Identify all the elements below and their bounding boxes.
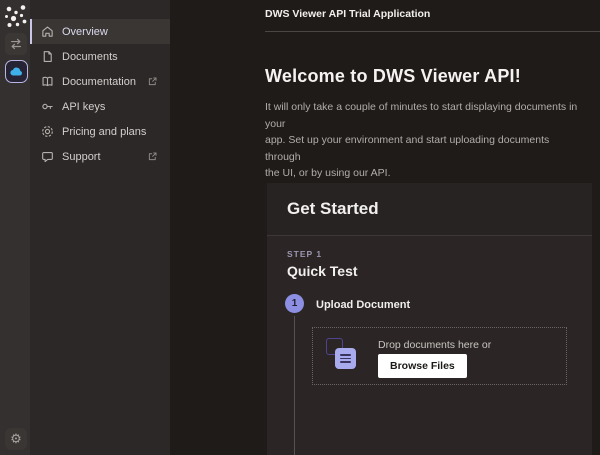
document-icon: [41, 50, 54, 63]
sidebar-item-documents[interactable]: Documents: [30, 44, 170, 69]
cloud-app-button[interactable]: [5, 60, 28, 83]
sidebar-item-label: Pricing and plans: [62, 126, 146, 138]
main-content: DWS Viewer API Trial Application Welcome…: [170, 0, 600, 455]
get-started-card: Get Started STEP 1 Quick Test 1 Upload D…: [267, 183, 592, 455]
sidebar-item-support[interactable]: Support: [30, 144, 170, 169]
welcome-paragraph: It will only take a couple of minutes to…: [265, 99, 585, 182]
external-link-icon: [147, 151, 158, 162]
book-icon: [41, 75, 54, 88]
copy-documents-icon: [326, 338, 362, 374]
sidebar-item-documentation[interactable]: Documentation: [30, 69, 170, 94]
home-icon: [41, 25, 54, 38]
get-started-header: Get Started: [267, 183, 592, 236]
quick-test-title: Quick Test: [287, 263, 358, 279]
external-link-icon: [147, 76, 158, 87]
sidebar-item-label: API keys: [62, 101, 105, 113]
settings-button[interactable]: ⚙: [5, 428, 27, 450]
header-divider: [265, 31, 600, 32]
coin-icon: [41, 125, 54, 138]
sidebar-nav: Overview Documents Documentation: [30, 0, 170, 455]
step-eyebrow: STEP 1: [287, 249, 322, 259]
sidebar-item-label: Documents: [62, 51, 118, 63]
step-1-badge: 1: [285, 294, 304, 313]
upload-dropzone[interactable]: Drop documents here or Browse Files: [312, 327, 567, 385]
chat-icon: [41, 150, 54, 163]
sidebar-item-label: Overview: [62, 26, 108, 38]
sidebar-item-pricing[interactable]: Pricing and plans: [30, 119, 170, 144]
page-title: DWS Viewer API Trial Application: [265, 8, 430, 20]
sidebar-item-api-keys[interactable]: API keys: [30, 94, 170, 119]
nutrient-dots-logo-icon: [3, 3, 28, 28]
cloud-icon: [9, 64, 24, 79]
sidebar-item-label: Documentation: [62, 76, 136, 88]
dropzone-hint-text: Drop documents here or: [378, 339, 491, 351]
sidebar-item-overview[interactable]: Overview: [30, 19, 170, 44]
step-1-number: 1: [292, 298, 298, 309]
swap-arrows-icon: [9, 37, 23, 51]
welcome-heading: Welcome to DWS Viewer API!: [265, 66, 521, 87]
step-connector-line: [294, 316, 295, 455]
gear-icon: ⚙: [10, 431, 22, 447]
switch-product-button[interactable]: [5, 33, 27, 55]
step-1-label: Upload Document: [316, 299, 410, 311]
key-icon: [41, 100, 54, 113]
icon-rail: ⚙: [0, 0, 30, 455]
get-started-body: STEP 1 Quick Test 1 Upload Document Drop…: [267, 237, 592, 455]
sidebar-item-label: Support: [62, 151, 101, 163]
get-started-title: Get Started: [287, 199, 379, 219]
app-logo[interactable]: [3, 3, 28, 28]
browse-files-button[interactable]: Browse Files: [378, 354, 467, 378]
app-window: ⚙ Overview Documents: [0, 0, 600, 455]
